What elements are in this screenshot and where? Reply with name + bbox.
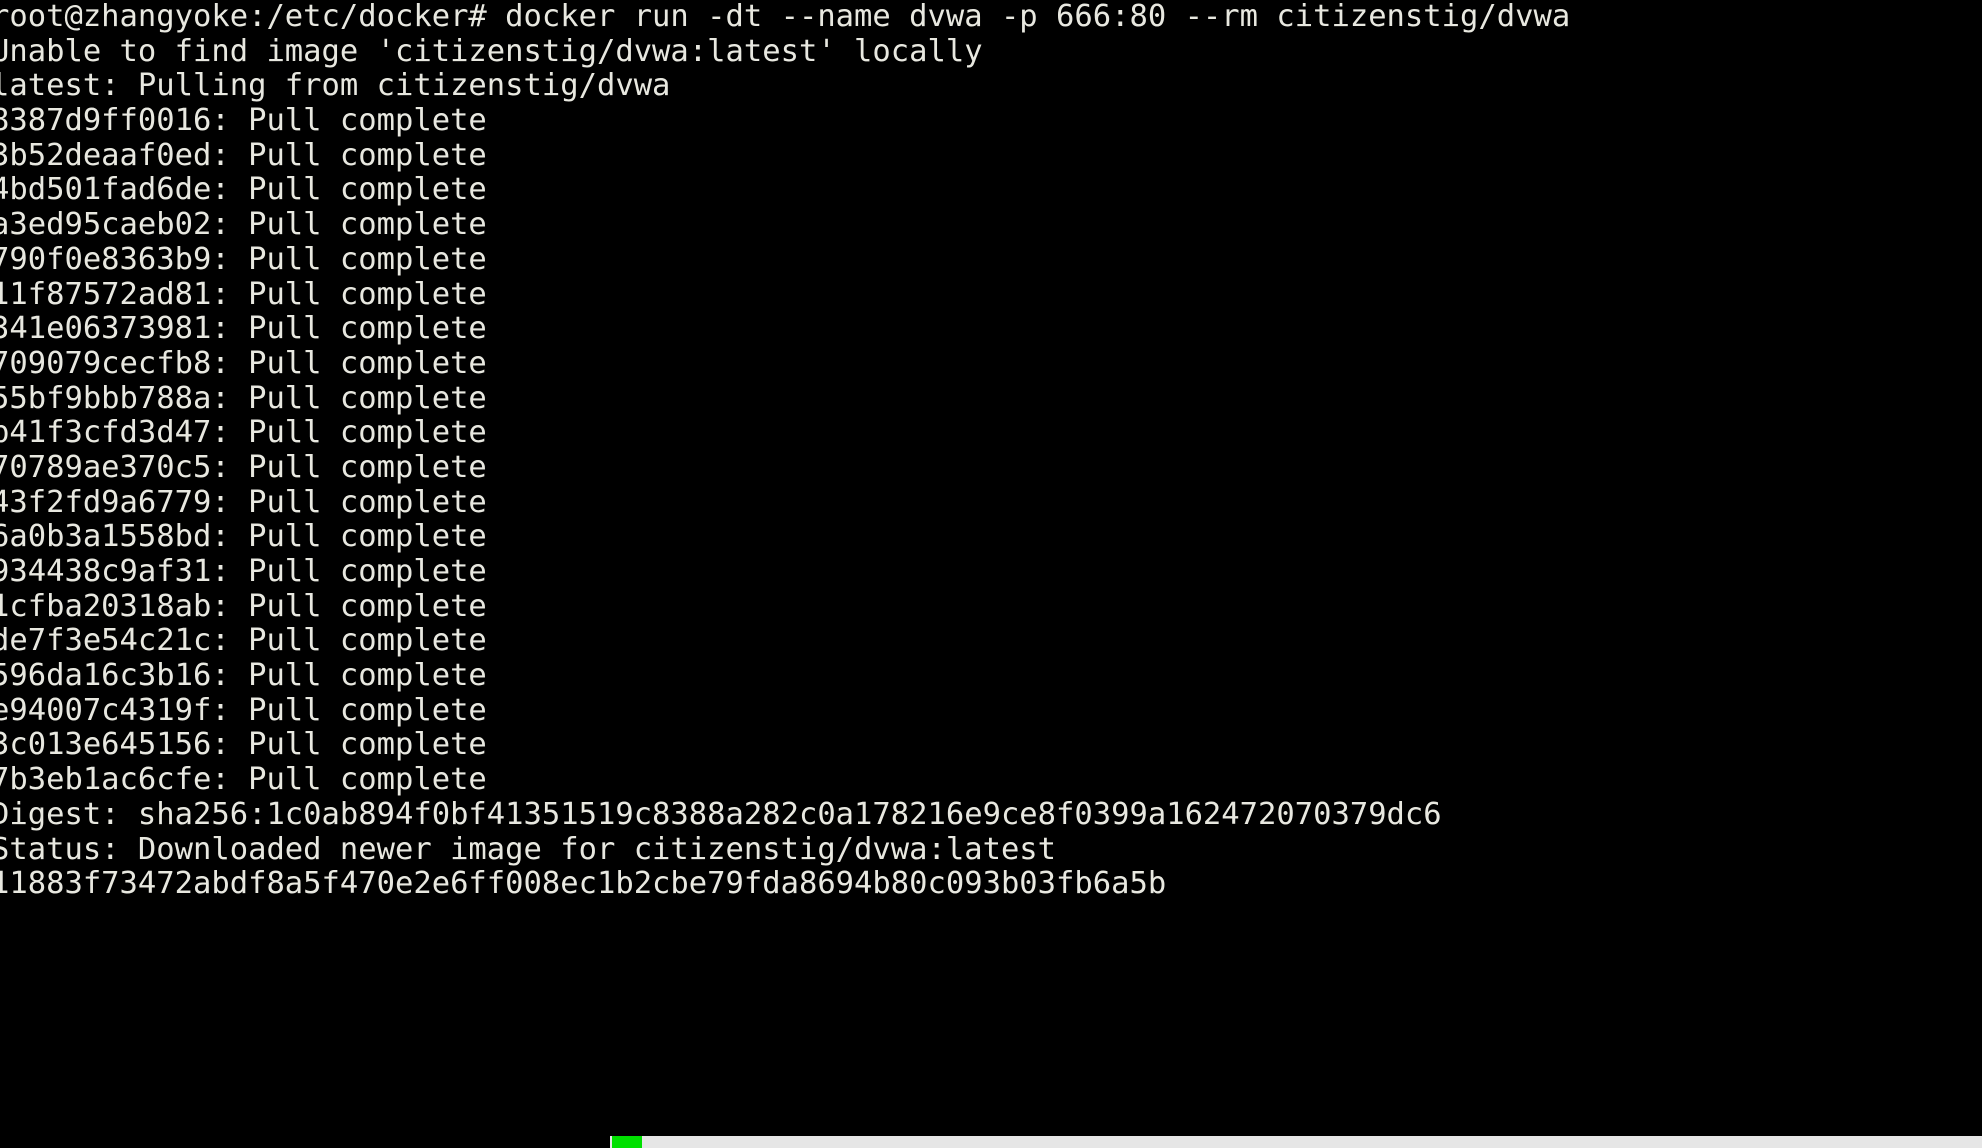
- terminal-command-line: root@zhangyoke:/etc/docker# docker run -…: [0, 0, 1571, 34]
- terminal-output-line: 341e06373981: Pull complete: [0, 311, 487, 347]
- terminal-output-line: b41f3cfd3d47: Pull complete: [0, 415, 487, 451]
- terminal-window[interactable]: root@zhangyoke:/etc/docker# docker run -…: [0, 0, 1982, 1148]
- terminal-output-line: 43f2fd9a6779: Pull complete: [0, 484, 487, 520]
- terminal-output-line: 70789ae370c5: Pull complete: [0, 449, 487, 485]
- terminal-output-line: 1cfba20318ab: Pull complete: [0, 588, 487, 624]
- terminal-output-line: 3b52deaaf0ed: Pull complete: [0, 137, 487, 173]
- terminal-output-line: de7f3e54c21c: Pull complete: [0, 623, 487, 659]
- terminal-output-line: 3c013e645156: Pull complete: [0, 727, 487, 763]
- terminal-output-line: 790f0e8363b9: Pull complete: [0, 241, 487, 277]
- terminal-output-line: latest: Pulling from citizenstig/dvwa: [0, 68, 671, 104]
- terminal-output-line: 709079cecfb8: Pull complete: [0, 345, 487, 381]
- terminal-output-line: 55bf9bbb788a: Pull complete: [0, 380, 487, 416]
- terminal-output-line: 11f87572ad81: Pull complete: [0, 276, 487, 312]
- terminal-output-line: 7b3eb1ac6cfe: Pull complete: [0, 762, 487, 798]
- taskbar-tray[interactable]: [610, 1136, 1982, 1148]
- terminal-screen[interactable]: root@zhangyoke:/etc/docker# docker run -…: [0, 0, 1982, 902]
- terminal-output-line: 934438c9af31: Pull complete: [0, 554, 487, 589]
- terminal-output-line: Unable to find image 'citizenstig/dvwa:l…: [0, 33, 983, 69]
- terminal-output-line: 596da16c3b16: Pull complete: [0, 658, 487, 694]
- terminal-output-line: 6a0b3a1558bd: Pull complete: [0, 519, 487, 555]
- taskbar-activity-indicator[interactable]: [612, 1136, 642, 1148]
- terminal-output-line: 4bd501fad6de: Pull complete: [0, 172, 487, 208]
- terminal-status-line: Status: Downloaded newer image for citiz…: [0, 831, 1057, 867]
- terminal-output-line: e94007c4319f: Pull complete: [0, 692, 487, 728]
- terminal-container-id-line: 11883f73472abdf8a5f470e2e6ff008ec1b2cbe7…: [0, 866, 1167, 902]
- terminal-output-line: a3ed95caeb02: Pull complete: [0, 207, 487, 243]
- terminal-output-line: 8387d9ff0016: Pull complete: [0, 103, 487, 139]
- terminal-digest-line: Digest: sha256:1c0ab894f0bf41351519c8388…: [0, 796, 1442, 832]
- taskbar: [0, 1136, 1982, 1148]
